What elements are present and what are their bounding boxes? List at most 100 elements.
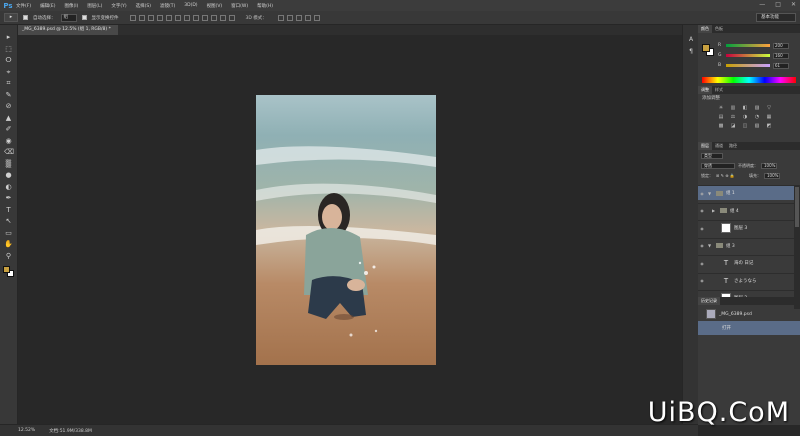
tab-channels[interactable]: 通道: [712, 142, 726, 150]
layer-row[interactable]: ◉ T さようなら: [698, 272, 794, 288]
tool-9-icon[interactable]: ◉: [4, 137, 13, 146]
foreground-color-swatch[interactable]: [3, 266, 10, 273]
layer-row[interactable]: ◉ ▼ 组 3: [698, 237, 794, 253]
layers-scrollbar[interactable]: [794, 185, 800, 309]
expand-arrow-icon[interactable]: ▶: [712, 208, 717, 213]
lock-icons[interactable]: ⊞ ✎ ⊕ 🔒: [716, 173, 746, 178]
layer-row[interactable]: ◉ T 海の 日记: [698, 255, 794, 270]
red-value-field[interactable]: 200: [773, 42, 789, 49]
tab-swatches[interactable]: 色板: [712, 25, 726, 33]
menu-item-10[interactable]: 帮助(H): [257, 3, 273, 9]
adjustment-3-icon[interactable]: ▨: [754, 105, 760, 111]
adjustment-0-icon[interactable]: ☀: [718, 105, 724, 111]
tool-2-icon[interactable]: ⵔ: [4, 56, 13, 65]
color-spectrum-bar[interactable]: [702, 77, 796, 83]
menu-item-4[interactable]: 文字(Y): [111, 3, 126, 9]
adjustment-12-icon[interactable]: ◫: [742, 123, 748, 129]
align-left-icon[interactable]: [156, 14, 163, 21]
tool-16-icon[interactable]: ↖: [4, 217, 13, 226]
tool-15-icon[interactable]: T: [4, 206, 13, 215]
adjustment-14-icon[interactable]: ◩: [766, 123, 772, 129]
move-tool-preset-icon[interactable]: ▸: [4, 13, 18, 22]
layer-row[interactable]: ◉ ▶ 组 4: [698, 202, 794, 218]
adjustment-13-icon[interactable]: ▧: [754, 123, 760, 129]
visibility-eye-icon[interactable]: ◉: [698, 278, 706, 283]
tool-13-icon[interactable]: ◐: [4, 183, 13, 192]
distribute-top-icon[interactable]: [183, 14, 190, 21]
distribute-center-icon[interactable]: [219, 14, 226, 21]
menu-item-6[interactable]: 滤镜(T): [160, 3, 175, 9]
visibility-eye-icon[interactable]: ◉: [698, 243, 706, 248]
opacity-field[interactable]: 100%: [761, 162, 777, 169]
adjustment-11-icon[interactable]: ◪: [730, 123, 736, 129]
adjustment-9-icon[interactable]: ▦: [766, 114, 772, 120]
tool-7-icon[interactable]: ▲: [4, 114, 13, 123]
visibility-eye-icon[interactable]: ◉: [698, 261, 706, 266]
auto-select-dropdown[interactable]: 组: [60, 13, 77, 22]
tool-8-icon[interactable]: ✐: [4, 125, 13, 134]
zoom-level[interactable]: 12.52%: [18, 428, 35, 433]
align-right-icon[interactable]: [174, 14, 181, 21]
tab-history[interactable]: 历史记录: [698, 297, 720, 305]
expand-arrow-icon[interactable]: ▼: [708, 243, 713, 248]
maximize-icon[interactable]: □: [775, 1, 781, 8]
menu-item-7[interactable]: 3D(D): [184, 3, 197, 9]
menu-item-8[interactable]: 视图(V): [207, 3, 223, 9]
tab-color[interactable]: 颜色: [698, 25, 712, 33]
layer-row[interactable]: ◉ 图层 3: [698, 220, 794, 235]
red-slider[interactable]: [726, 44, 770, 47]
menu-item-9[interactable]: 窗口(W): [231, 3, 248, 9]
distribute-left-icon[interactable]: [210, 14, 217, 21]
minimize-icon[interactable]: —: [759, 1, 765, 8]
expand-arrow-icon[interactable]: ▼: [708, 191, 713, 196]
tool-6-icon[interactable]: ⊘: [4, 102, 13, 111]
blue-value-field[interactable]: 61: [773, 62, 789, 69]
rotate-3d-icon[interactable]: [277, 14, 284, 21]
tool-5-icon[interactable]: ✎: [4, 91, 13, 100]
canvas-area[interactable]: [18, 35, 682, 424]
tool-11-icon[interactable]: ▒: [4, 160, 13, 169]
roll-3d-icon[interactable]: [286, 14, 293, 21]
layer-kind-filter[interactable]: 类型: [701, 152, 723, 159]
tool-19-icon[interactable]: ⚲: [4, 252, 13, 261]
adjustment-1-icon[interactable]: ▥: [730, 105, 736, 111]
visibility-eye-icon[interactable]: ◉: [698, 226, 706, 231]
layer-row[interactable]: ◉ ▼ 组 1: [698, 185, 794, 200]
green-slider[interactable]: [726, 54, 770, 57]
menu-item-2[interactable]: 图像(I): [64, 3, 78, 9]
tool-10-icon[interactable]: ⌫: [4, 148, 14, 157]
distribute-middle-icon[interactable]: [192, 14, 199, 21]
history-item[interactable]: 打开: [698, 321, 800, 335]
close-icon[interactable]: ✕: [791, 1, 796, 8]
adjustment-5-icon[interactable]: ▤: [718, 114, 724, 120]
blend-mode-dropdown[interactable]: 穿透: [701, 162, 735, 169]
tool-0-icon[interactable]: ▸: [4, 33, 13, 42]
tab-styles[interactable]: 样式: [712, 86, 726, 94]
distribute-right-icon[interactable]: [228, 14, 235, 21]
adjustment-2-icon[interactable]: ◧: [742, 105, 748, 111]
layers-scroll-thumb[interactable]: [795, 187, 799, 227]
workspace-selector[interactable]: 基本功能: [756, 13, 796, 22]
align-center-icon[interactable]: [165, 14, 172, 21]
tool-12-icon[interactable]: ●: [4, 171, 13, 180]
tab-paths[interactable]: 路径: [726, 142, 740, 150]
tool-3-icon[interactable]: ⌖: [4, 68, 13, 77]
align-top-icon[interactable]: [129, 14, 136, 21]
menu-item-5[interactable]: 选择(S): [136, 3, 151, 9]
character-panel-icon[interactable]: A: [686, 35, 696, 44]
tool-1-icon[interactable]: ⬚: [4, 45, 13, 54]
auto-select-checkbox[interactable]: [23, 15, 28, 20]
green-value-field[interactable]: 160: [773, 52, 789, 59]
menu-item-3[interactable]: 图层(L): [87, 3, 102, 9]
tool-4-icon[interactable]: ⌗: [4, 79, 13, 88]
adjustment-7-icon[interactable]: ◑: [742, 114, 748, 120]
align-bottom-icon[interactable]: [147, 14, 154, 21]
scale-3d-icon[interactable]: [313, 14, 320, 21]
adjustment-10-icon[interactable]: ▩: [718, 123, 724, 129]
panel-foreground-swatch[interactable]: [702, 44, 710, 52]
align-middle-icon[interactable]: [138, 14, 145, 21]
distribute-bottom-icon[interactable]: [201, 14, 208, 21]
adjustment-4-icon[interactable]: ▽: [766, 105, 772, 111]
adjustment-8-icon[interactable]: ◔: [754, 114, 760, 120]
tab-adjustments[interactable]: 调整: [698, 86, 712, 94]
